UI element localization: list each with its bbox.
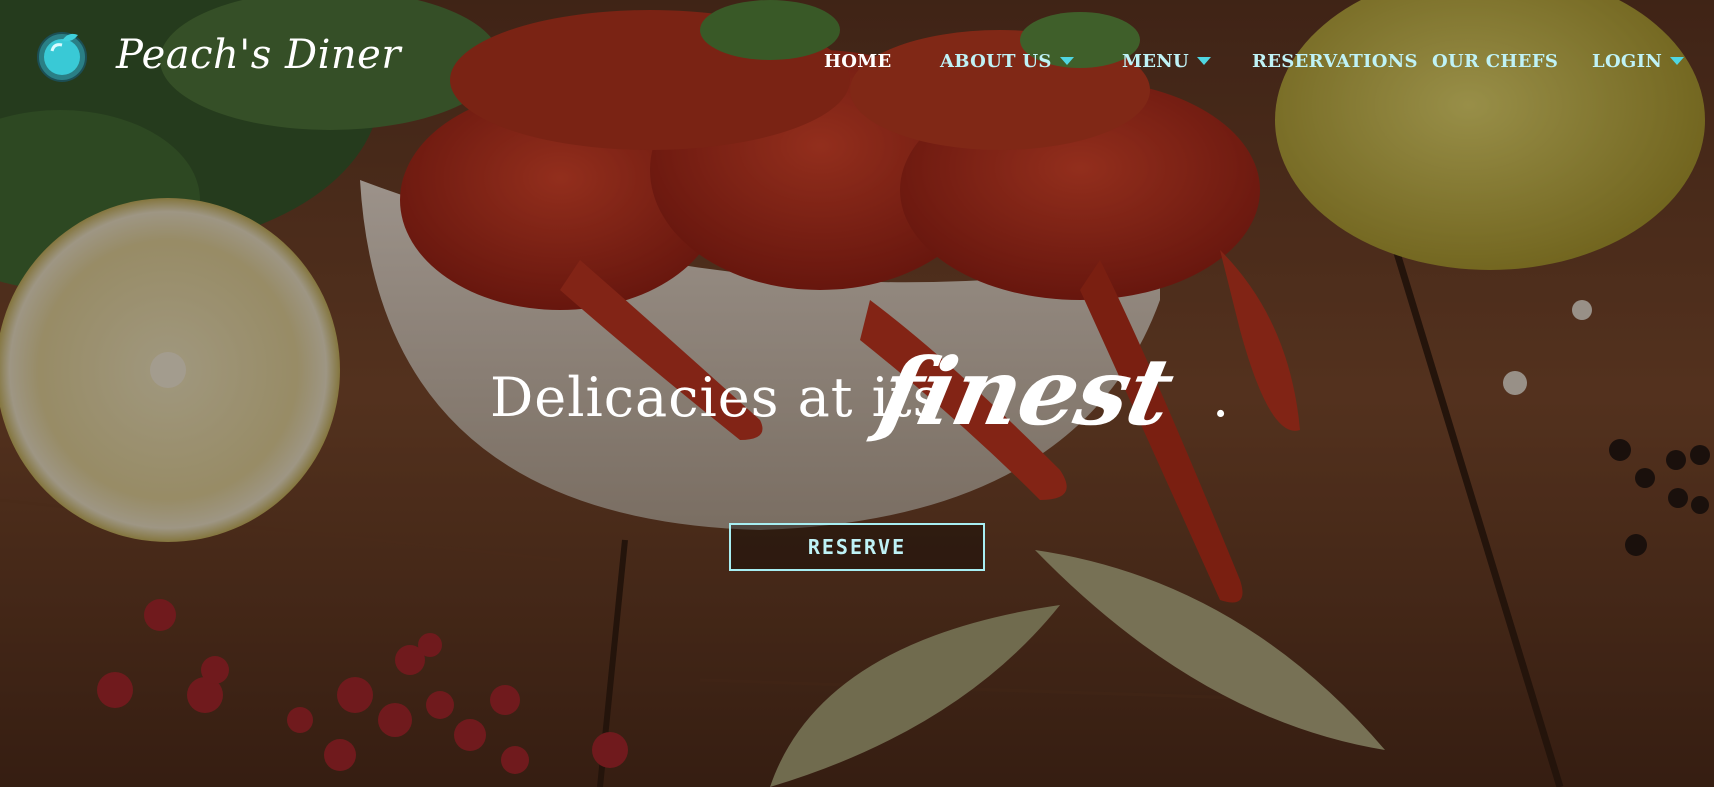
nav-reservations-label: RESERVATIONS (1252, 50, 1418, 72)
nav-our-chefs[interactable]: OUR CHEFS (1432, 47, 1558, 75)
headline-main-text: Delicacies at its (490, 366, 942, 429)
nav-about-us-label: ABOUT US (940, 50, 1052, 72)
nav-home-label: HOME (824, 50, 892, 72)
nav-home[interactable]: HOME (824, 47, 892, 75)
headline-period: . (1212, 366, 1230, 429)
reserve-button[interactable]: RESERVE (729, 523, 985, 571)
hero-headline: Delicacies at its finest . (490, 338, 1250, 458)
brand-logo[interactable]: Peach's Diner (34, 27, 401, 83)
nav-login-label: LOGIN (1592, 50, 1663, 72)
chevron-down-icon (1670, 57, 1685, 65)
chevron-down-icon (1197, 57, 1211, 65)
top-navbar: Peach's Diner HOME ABOUT US MENU RESERVA… (0, 0, 1714, 120)
nav-menu[interactable]: MENU (1122, 47, 1211, 75)
nav-login[interactable]: LOGIN (1592, 47, 1685, 75)
nav-about-us[interactable]: ABOUT US (940, 47, 1074, 75)
brand-name: Peach's Diner (116, 32, 401, 78)
headline-script-text: finest (870, 338, 1182, 446)
landing-page: Peach's Diner HOME ABOUT US MENU RESERVA… (0, 0, 1714, 787)
chevron-down-icon (1059, 57, 1074, 65)
nav-our-chefs-label: OUR CHEFS (1432, 50, 1559, 72)
nav-menu-label: MENU (1122, 50, 1189, 72)
peach-icon (37, 32, 87, 82)
nav-reservations[interactable]: RESERVATIONS (1252, 47, 1418, 75)
